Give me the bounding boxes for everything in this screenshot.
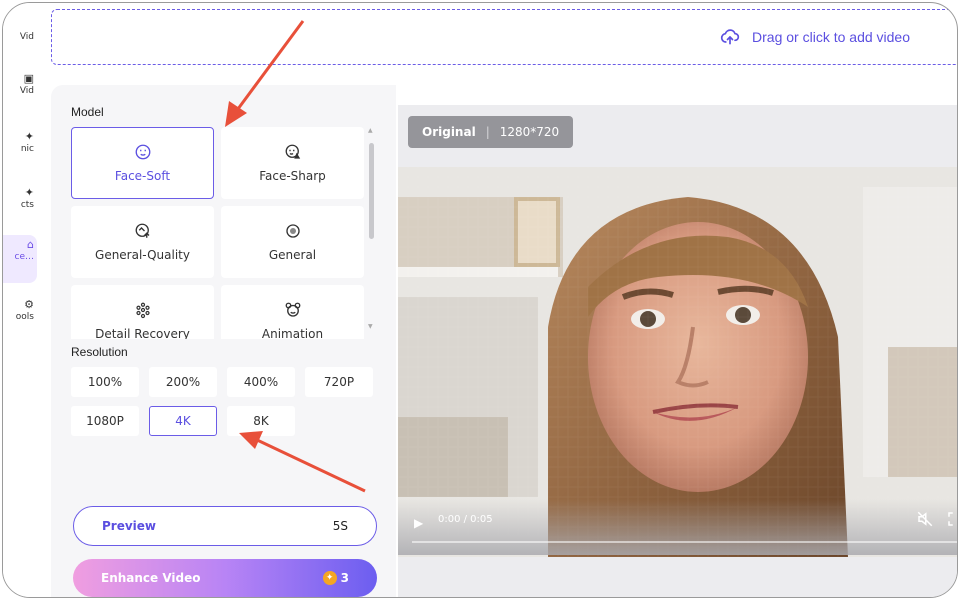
model-section-title: Model: [71, 105, 104, 119]
credit-coin-icon: ✦: [322, 571, 337, 585]
resolution-option-720p[interactable]: 720P: [305, 367, 373, 397]
sidebar-item-label: ce…: [14, 252, 35, 262]
sidebar-item-label: cts: [20, 200, 34, 210]
tag-label: Original: [422, 125, 476, 139]
resolution-option-8k[interactable]: 8K: [227, 406, 295, 436]
model-card-general[interactable]: General: [221, 206, 364, 278]
video-controls: [398, 499, 957, 555]
sidebar-item-photo-video[interactable]: ▣ Vid: [3, 73, 37, 97]
resolution-option-200[interactable]: 200%: [149, 367, 217, 397]
settings-panel: Model Face-Soft Face-Sharp General-Quali…: [51, 85, 396, 597]
resolution-option-1080p[interactable]: 1080P: [71, 406, 139, 436]
animation-icon: [285, 302, 300, 317]
detail-recovery-icon: [135, 302, 150, 319]
video-progress-bar[interactable]: [412, 541, 957, 543]
tools-icon: ⚙: [24, 298, 34, 311]
tag-resolution: 1280*720: [499, 125, 560, 139]
resolution-option-400[interactable]: 400%: [227, 367, 295, 397]
sidebar-item-label: ools: [15, 312, 34, 322]
preview-duration: 5S: [332, 519, 348, 533]
sidebar-item-label: nic: [20, 144, 34, 154]
sidebar-item-tools[interactable]: ⚙ ools: [3, 299, 37, 323]
effects-icon: ✦: [24, 186, 34, 199]
cloud-upload-icon: [720, 29, 740, 45]
general-quality-icon: [135, 223, 149, 238]
credit-cost: ✦ 3: [322, 571, 349, 585]
sidebar-item-label: Vid: [19, 86, 34, 96]
model-card-animation[interactable]: Animation: [221, 285, 364, 339]
sidebar-item-video[interactable]: Vid: [3, 31, 37, 43]
side-nav: Vid ▣ Vid ✦ nic ✦ cts ⌂ ce… ⚙ ools: [3, 3, 37, 597]
preview-button[interactable]: Preview 5S: [73, 506, 377, 546]
sidebar-item-effects[interactable]: ✦ cts: [3, 187, 37, 211]
scroll-down-icon: ▼: [368, 323, 373, 330]
app-window: Vid ▣ Vid ✦ nic ✦ cts ⌂ ce… ⚙ ools Drag …: [2, 2, 958, 598]
sidebar-item-label: Vid: [19, 32, 34, 42]
video-time: 0:00 / 0:05: [438, 514, 493, 525]
model-label: Animation: [261, 327, 324, 339]
model-label: General: [268, 248, 317, 262]
mute-icon[interactable]: [916, 510, 934, 528]
model-label: General-Quality: [95, 248, 190, 262]
enhance-icon: ⌂: [27, 238, 34, 251]
preview-button-label: Preview: [102, 519, 157, 533]
model-card-face-soft[interactable]: Face-Soft: [71, 127, 214, 199]
enhance-button-label: Enhance Video: [101, 571, 201, 585]
photo-video-icon: ▣: [23, 72, 34, 85]
sparkle-icon: ✦: [24, 130, 34, 143]
upload-label: Drag or click to add video: [752, 29, 910, 45]
face-soft-icon: [135, 144, 150, 160]
sidebar-item-dynamic[interactable]: ✦ nic: [3, 131, 37, 155]
model-label: Face-Soft: [114, 169, 171, 183]
face-sharp-icon: [285, 144, 300, 159]
model-label: Face-Sharp: [259, 169, 326, 183]
resolution-option-100[interactable]: 100%: [71, 367, 139, 397]
original-resolution-tag: Original | 1280*720: [408, 116, 574, 148]
scrollbar-thumb[interactable]: [369, 143, 374, 239]
tag-separator: |: [485, 125, 490, 139]
resolution-section-title: Resolution: [71, 345, 128, 359]
general-icon: [285, 224, 300, 238]
scroll-up-icon: ▲: [368, 127, 373, 134]
resolution-option-4k[interactable]: 4K: [149, 406, 217, 436]
model-label: Detail Recovery: [95, 327, 190, 339]
model-card-detail-recovery[interactable]: Detail Recovery: [71, 285, 214, 339]
video-preview-area: Original | 1280*720 ▶ 0:00 / 0:05: [398, 105, 958, 597]
model-list[interactable]: Face-Soft Face-Sharp General-Quality Gen…: [71, 127, 371, 339]
play-icon[interactable]: ▶: [414, 516, 423, 530]
model-list-scrollbar[interactable]: ▲ ▼: [368, 127, 376, 333]
enhance-video-button[interactable]: Enhance Video ✦ 3: [73, 559, 377, 597]
video-drop-zone[interactable]: Drag or click to add video: [51, 9, 957, 65]
fullscreen-icon[interactable]: [946, 510, 958, 528]
credit-count: 3: [340, 571, 349, 585]
model-card-general-quality[interactable]: General-Quality: [71, 206, 214, 278]
sidebar-item-enhance[interactable]: ⌂ ce…: [3, 235, 37, 283]
model-card-face-sharp[interactable]: Face-Sharp: [221, 127, 364, 199]
